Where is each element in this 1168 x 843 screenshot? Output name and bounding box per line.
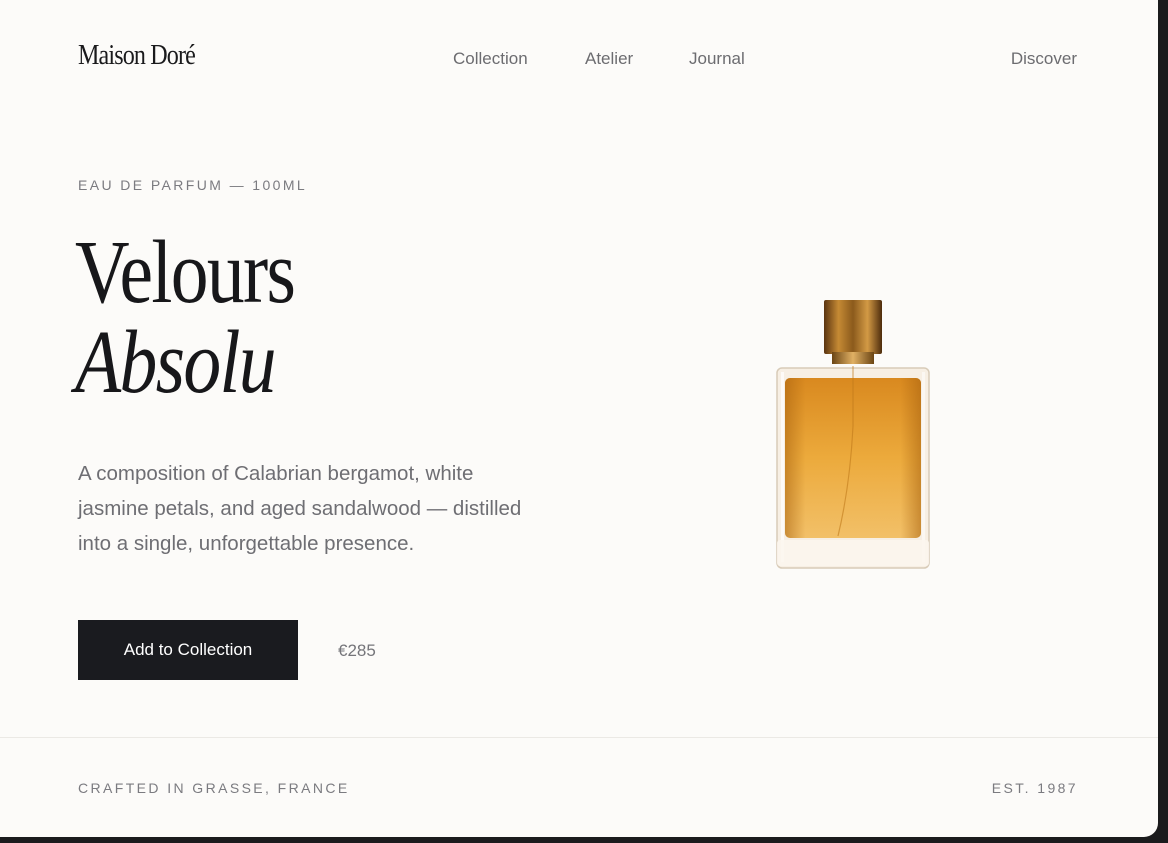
product-eyebrow: EAU DE PARFUM — 100ML (78, 177, 308, 193)
footer-origin: CRAFTED IN GRASSE, FRANCE (78, 780, 350, 796)
perfume-bottle-image (776, 300, 930, 569)
nav-link-atelier[interactable]: Atelier (585, 49, 633, 69)
brand-logo[interactable]: Maison Doré (78, 40, 196, 72)
add-to-collection-button[interactable]: Add to Collection (78, 620, 298, 680)
nav-link-discover[interactable]: Discover (1011, 49, 1077, 69)
nav-link-journal[interactable]: Journal (689, 49, 745, 69)
product-price: €285 (338, 641, 376, 660)
product-title: Velours Absolu (75, 223, 296, 412)
bottle-neck (832, 352, 874, 364)
nav-link-collection[interactable]: Collection (453, 49, 528, 69)
product-title-line-1: Velours (75, 223, 296, 322)
bottle-cap (824, 300, 882, 354)
product-title-line-2: Absolu (75, 313, 277, 412)
footer-divider (0, 737, 1158, 738)
page-card: Maison Doré Collection Atelier Journal D… (0, 0, 1158, 837)
footer-established: EST. 1987 (991, 780, 1078, 796)
product-description: A composition of Calabrian bergamot, whi… (78, 462, 522, 555)
